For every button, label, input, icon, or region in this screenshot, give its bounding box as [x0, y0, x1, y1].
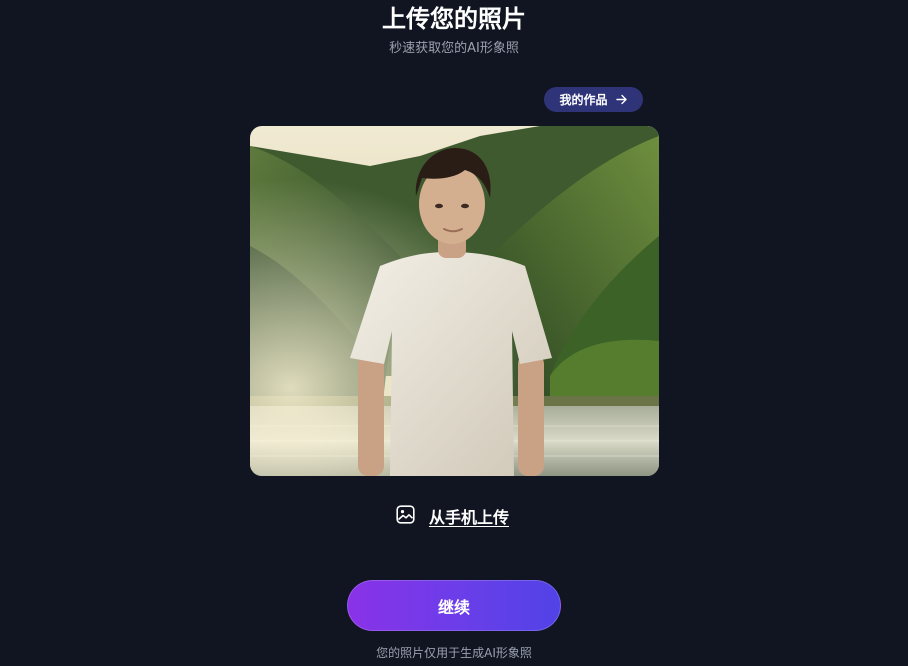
- page-title: 上传您的照片: [382, 5, 526, 33]
- photo-preview[interactable]: [250, 126, 659, 476]
- my-works-button[interactable]: 我的作品: [544, 87, 643, 112]
- my-works-label: 我的作品: [559, 93, 608, 107]
- page-subtitle: 秒速获取您的AI形象照: [389, 41, 519, 56]
- arrow-right-icon: [615, 93, 628, 106]
- upload-from-phone-button[interactable]: 从手机上传: [396, 504, 509, 528]
- privacy-note: 您的照片仅用于生成AI形象照: [376, 646, 532, 660]
- upload-label: 从手机上传: [429, 508, 510, 527]
- image-icon: [396, 504, 415, 528]
- continue-button[interactable]: 继续: [347, 580, 561, 631]
- upload-page: 上传您的照片 秒速获取您的AI形象照 我的作品 从手机上传 继续 您的照片仅用于…: [0, 0, 908, 666]
